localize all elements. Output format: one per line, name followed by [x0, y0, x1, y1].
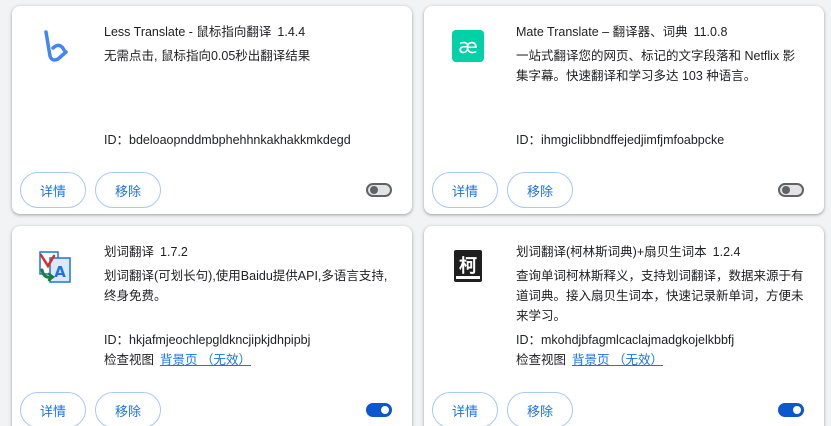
extension-id: ID：bdeloaopnddmbphehhnkakhakkmkdegd	[104, 133, 351, 147]
remove-button[interactable]: 移除	[507, 172, 573, 208]
enable-toggle[interactable]	[366, 183, 392, 197]
details-button[interactable]: 详情	[20, 392, 86, 426]
inspect-views: 检查视图 背景页 （无效）	[516, 353, 663, 367]
details-button[interactable]: 详情	[20, 172, 86, 208]
extension-card-less-translate: Less Translate - 鼠标指向翻译 1.4.4 无需点击, 鼠标指向0…	[12, 6, 412, 214]
huaci-translate-logo-icon: A	[39, 251, 71, 283]
less-translate-logo-icon	[44, 30, 68, 62]
extension-description: 无需点击, 鼠标指向0.05秒出翻译结果	[104, 49, 311, 63]
inspect-views: 检查视图 背景页 （无效）	[104, 353, 251, 367]
extension-card-mate-translate: æ Mate Translate – 翻译器、词典 11.0.8 一站式翻译您的网…	[424, 6, 824, 214]
extension-version: 11.0.8	[693, 25, 728, 39]
toggle-knob	[370, 186, 378, 194]
extension-title: 划词翻译(柯林斯词典)+扇贝生词本 1.2.4	[516, 244, 740, 260]
enable-toggle[interactable]	[778, 403, 804, 417]
extension-name: Less Translate - 鼠标指向翻译	[104, 25, 272, 39]
extension-version: 1.7.2	[160, 245, 188, 259]
toggle-knob	[782, 186, 790, 194]
extension-card-collins-dict: 柯 划词翻译(柯林斯词典)+扇贝生词本 1.2.4 查询单词柯林斯释义，支持划词翻…	[424, 226, 824, 426]
extension-description: 查询单词柯林斯释义，支持划词翻译，数据来源于有道词典。接入扇贝生词本，快速记录新…	[516, 269, 804, 323]
remove-button[interactable]: 移除	[95, 392, 161, 426]
toggle-knob	[381, 406, 389, 414]
extension-title: Less Translate - 鼠标指向翻译 1.4.4	[104, 24, 305, 40]
remove-button[interactable]: 移除	[95, 172, 161, 208]
background-page-link[interactable]: 背景页 （无效）	[572, 353, 663, 367]
extension-name: 划词翻译(柯林斯词典)+扇贝生词本	[516, 245, 707, 259]
extension-name: Mate Translate – 翻译器、词典	[516, 25, 688, 39]
svg-text:A: A	[54, 263, 66, 281]
svg-text:柯: 柯	[459, 255, 477, 277]
background-page-link[interactable]: 背景页 （无效）	[160, 353, 251, 367]
toggle-knob	[793, 406, 801, 414]
extension-card-huaci-translate: A 划词翻译 1.7.2 划词翻译(可划长句),使用Baidu提供API,多语言支…	[12, 226, 412, 426]
extension-description: 划词翻译(可划长句),使用Baidu提供API,多语言支持,终身免费。	[104, 269, 388, 303]
svg-text:æ: æ	[458, 34, 478, 58]
enable-toggle[interactable]	[366, 403, 392, 417]
extension-title: 划词翻译 1.7.2	[104, 244, 188, 260]
extension-name: 划词翻译	[104, 245, 155, 259]
remove-button[interactable]: 移除	[507, 392, 573, 426]
extension-version: 1.4.4	[277, 25, 306, 39]
details-button[interactable]: 详情	[432, 172, 498, 208]
extension-id: ID：mkohdjbfagmlcaclajmadgkojelkbbfj	[516, 333, 735, 347]
mate-translate-logo-icon: æ	[452, 30, 484, 62]
extension-version: 1.2.4	[712, 245, 741, 259]
extension-description: 一站式翻译您的网页、标记的文字段落和 Netflix 影集字幕。快速翻译和学习多…	[516, 49, 796, 83]
enable-toggle[interactable]	[778, 183, 804, 197]
extension-id: ID：ihmgiclibbndffejedjimfjmfoabpcke	[516, 133, 725, 147]
extension-title: Mate Translate – 翻译器、词典 11.0.8	[516, 24, 727, 40]
collins-dict-logo-icon: 柯	[454, 250, 482, 282]
details-button[interactable]: 详情	[432, 392, 498, 426]
extension-id: ID：hkjafmjeochlepgldkncjipkjdhpipbj	[104, 333, 311, 347]
